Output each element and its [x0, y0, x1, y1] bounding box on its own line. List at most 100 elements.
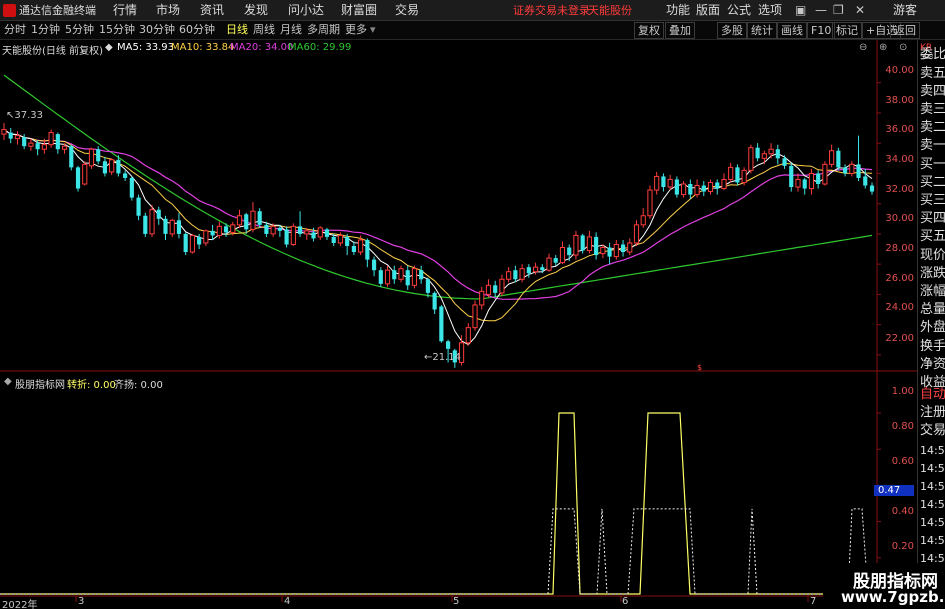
kline-chart[interactable]: $: [0, 40, 917, 609]
panel-time: 14:5: [920, 534, 945, 547]
candle-body: [216, 225, 222, 236]
candle-body: [748, 147, 754, 171]
period-15min[interactable]: 15分钟: [99, 21, 135, 39]
stats-button[interactable]: 统计: [747, 22, 777, 39]
indicator-tick: 0.40: [891, 506, 914, 517]
candle-body: [28, 142, 34, 147]
menu-item-market[interactable]: 行情: [113, 0, 137, 21]
candle-body: [808, 172, 815, 190]
period-daily[interactable]: 日线: [226, 21, 248, 39]
menu-item-function[interactable]: 功能: [666, 0, 690, 21]
candle-body: [257, 211, 262, 225]
guest-label[interactable]: 游客: [893, 0, 917, 21]
ma20-label: MA20: 34.00: [230, 42, 294, 53]
candle-body: [721, 178, 727, 190]
candle-body: [35, 143, 40, 150]
panel-time: 14:5: [920, 516, 945, 529]
candle-body: [694, 185, 700, 196]
back-button[interactable]: 返回: [890, 22, 920, 39]
indicator-tick: 0.20: [891, 541, 914, 552]
panel-item: 买五: [920, 229, 945, 244]
app-title: 通达信金融终端: [19, 4, 96, 17]
x-axis-label: 6: [622, 596, 629, 607]
period-monthly[interactable]: 月线: [280, 21, 302, 39]
candle-body: [143, 215, 148, 234]
menu-item-wealth[interactable]: 财富圈: [341, 0, 377, 21]
candle-body: [479, 290, 485, 306]
panel-time: 14:5: [920, 462, 945, 475]
panel-item-trade[interactable]: 交易: [920, 423, 945, 439]
candle-body: [647, 189, 653, 217]
restore-icon[interactable]: ❐: [833, 0, 844, 21]
candle-body: [365, 239, 370, 260]
candle-body: [586, 236, 592, 252]
ma-settings-icon[interactable]: ◆: [105, 42, 113, 53]
close-icon[interactable]: ✕: [855, 0, 865, 21]
menu-item-discover[interactable]: 发现: [244, 0, 268, 21]
panel-item: 换手: [920, 339, 945, 354]
menu-item-news[interactable]: 资讯: [200, 0, 224, 21]
high-price-annotation: ↖37.33: [6, 110, 44, 121]
settings-icon[interactable]: ⊙: [899, 42, 907, 53]
period-more[interactable]: 更多: [345, 21, 367, 39]
indicator-name: 股朋指标网: [15, 380, 65, 391]
draw-button[interactable]: 画线: [777, 22, 807, 39]
candle-body: [620, 244, 626, 253]
menu-item-options[interactable]: 选项: [758, 0, 782, 21]
candle-body: [553, 258, 558, 263]
zoom-out-icon[interactable]: ⊖: [859, 42, 867, 53]
period-30min[interactable]: 30分钟: [139, 21, 175, 39]
candle-body: [82, 163, 88, 185]
menu-item-trade[interactable]: 交易: [395, 0, 419, 21]
candle-body: [674, 179, 679, 195]
period-60min[interactable]: 60分钟: [179, 21, 215, 39]
candle-body: [419, 270, 424, 280]
candle-body: [378, 270, 383, 284]
menu-item-formula[interactable]: 公式: [727, 0, 751, 21]
menu-item-layout[interactable]: 版面: [696, 0, 720, 21]
lock-icon[interactable]: ▣: [795, 0, 806, 21]
adjust-button[interactable]: 复权: [634, 22, 664, 39]
candle-body: [109, 159, 115, 173]
more-dropdown-icon[interactable]: ▾: [370, 21, 376, 39]
candle-body: [661, 176, 666, 188]
overlay-button[interactable]: 叠加: [665, 22, 695, 39]
period-weekly[interactable]: 周线: [253, 21, 275, 39]
period-1min[interactable]: 1分钟: [31, 21, 60, 39]
candle-body: [493, 285, 498, 293]
panel-item-register[interactable]: 注册: [920, 405, 945, 421]
indicator-current-value: 0.47: [874, 485, 914, 496]
zoom-in-icon[interactable]: ⊕: [879, 42, 887, 53]
candle-body: [210, 230, 215, 236]
candle-body: [795, 178, 801, 188]
indicator-settings-icon[interactable]: ◆: [4, 376, 12, 387]
login-notice[interactable]: 证券交易未登录: [513, 0, 590, 21]
price-tick: 22.00: [885, 333, 914, 344]
minimize-icon[interactable]: —: [815, 0, 827, 21]
panel-time: 14:5: [920, 498, 945, 511]
ma20-line: [3, 129, 873, 300]
indicator-rise-label: 齐扬: 0.00: [114, 380, 163, 391]
candle-body: [384, 269, 391, 285]
stock-notice[interactable]: 天能股份: [588, 0, 632, 21]
candle-body: [337, 234, 344, 244]
multi-stock-button[interactable]: 多股: [717, 22, 747, 39]
candle-body: [446, 341, 451, 349]
candle-body: [681, 183, 687, 196]
menu-item-ask[interactable]: 问小达: [288, 0, 324, 21]
price-tick: 28.00: [885, 243, 914, 254]
candle-body: [61, 145, 68, 150]
candle-body: [640, 215, 646, 226]
candle-body: [203, 230, 209, 244]
panel-item-auto[interactable]: 自动: [920, 387, 945, 403]
candle-body: [715, 182, 720, 189]
period-timeshare[interactable]: 分时: [4, 21, 26, 39]
candle-body: [432, 292, 437, 310]
candle-body: [129, 177, 134, 198]
candle-body: [613, 243, 619, 258]
mark-button[interactable]: 标记: [832, 22, 862, 39]
menu-item-markets[interactable]: 市场: [156, 0, 180, 21]
period-5min[interactable]: 5分钟: [65, 21, 94, 39]
period-multi[interactable]: 多周期: [307, 21, 340, 39]
candle-body: [324, 229, 330, 237]
